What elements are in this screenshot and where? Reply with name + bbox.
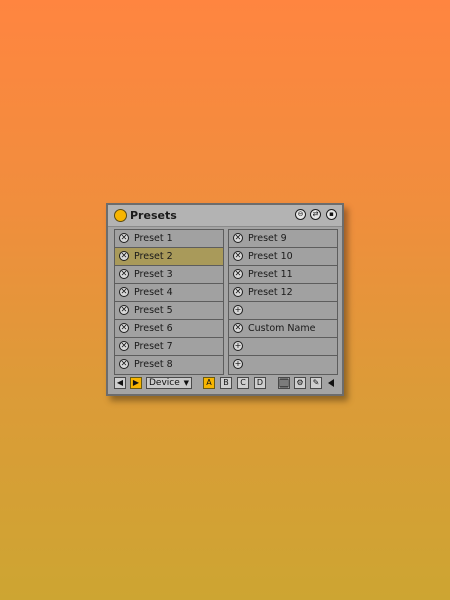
- preset-slot[interactable]: ✕ Preset 12: [229, 284, 337, 302]
- add-preset-icon[interactable]: +: [233, 359, 243, 369]
- presets-device: Presets ⊖ ⇄ ▪ ✕ Preset 1 ✕ Preset 2 ✕ Pr…: [106, 203, 344, 396]
- device-power-toggle[interactable]: [114, 209, 127, 222]
- preset-slot[interactable]: ✕ Preset 8: [115, 356, 223, 374]
- preset-label: Custom Name: [248, 323, 316, 334]
- device-title: Presets: [130, 209, 177, 222]
- preset-column-left: ✕ Preset 1 ✕ Preset 2 ✕ Preset 3 ✕ Prese…: [114, 229, 224, 375]
- delete-preset-icon[interactable]: ✕: [233, 269, 243, 279]
- delete-preset-icon[interactable]: ✕: [119, 359, 129, 369]
- preset-slot-selected[interactable]: ✕ Preset 2: [115, 248, 223, 266]
- preset-label: Preset 2: [134, 251, 173, 262]
- gear-icon[interactable]: ⚙: [294, 377, 306, 389]
- delete-preset-icon[interactable]: ✕: [119, 251, 129, 261]
- preset-slot[interactable]: ✕ Preset 1: [115, 230, 223, 248]
- delete-preset-icon[interactable]: ✕: [119, 341, 129, 351]
- preset-label: Preset 6: [134, 323, 173, 334]
- device-bottom-bar: ◀ ▶ Device ▼ A B C D ⚙ ✎: [108, 377, 342, 393]
- preset-slot-empty[interactable]: +: [229, 356, 337, 374]
- bank-a-button[interactable]: A: [203, 377, 215, 389]
- preset-slot[interactable]: ✕ Preset 4: [115, 284, 223, 302]
- preset-label: Preset 10: [248, 251, 293, 262]
- delete-preset-icon[interactable]: ✕: [119, 269, 129, 279]
- preset-column-right: ✕ Preset 9 ✕ Preset 10 ✕ Preset 11 ✕ Pre…: [228, 229, 338, 375]
- prev-preset-button[interactable]: ◀: [114, 377, 126, 389]
- delete-preset-icon[interactable]: ✕: [119, 287, 129, 297]
- preset-label: Preset 11: [248, 269, 293, 280]
- hotswap-icon[interactable]: ⇄: [310, 209, 321, 220]
- preset-label: Preset 3: [134, 269, 173, 280]
- bank-b-button[interactable]: B: [220, 377, 232, 389]
- preset-label: Preset 4: [134, 287, 173, 298]
- preset-slot-empty[interactable]: +: [229, 302, 337, 320]
- preset-slot[interactable]: ✕ Preset 6: [115, 320, 223, 338]
- delete-preset-icon[interactable]: ✕: [233, 287, 243, 297]
- delete-preset-icon[interactable]: ✕: [233, 323, 243, 333]
- preset-slot[interactable]: ✕ Preset 11: [229, 266, 337, 284]
- delete-preset-icon[interactable]: ✕: [233, 233, 243, 243]
- preset-slot[interactable]: ✕ Preset 10: [229, 248, 337, 266]
- keyboard-glyph: [279, 378, 289, 388]
- bank-c-button[interactable]: C: [237, 377, 249, 389]
- bank-d-button[interactable]: D: [254, 377, 266, 389]
- preset-slot[interactable]: ✕ Preset 5: [115, 302, 223, 320]
- delete-preset-icon[interactable]: ✕: [119, 323, 129, 333]
- fold-icon[interactable]: ⊖: [295, 209, 306, 220]
- preset-slot[interactable]: ✕ Preset 7: [115, 338, 223, 356]
- preset-slot[interactable]: ✕ Preset 9: [229, 230, 337, 248]
- preset-label: Preset 1: [134, 233, 173, 244]
- preset-label: Preset 12: [248, 287, 293, 298]
- chevron-down-icon: ▼: [183, 379, 189, 387]
- preset-slot[interactable]: ✕ Custom Name: [229, 320, 337, 338]
- keyboard-icon[interactable]: [278, 377, 290, 389]
- preset-label: Preset 9: [248, 233, 287, 244]
- add-preset-icon[interactable]: +: [233, 305, 243, 315]
- scope-dropdown-value: Device: [149, 378, 180, 388]
- preset-slot[interactable]: ✕ Preset 3: [115, 266, 223, 284]
- scope-dropdown[interactable]: Device ▼: [146, 377, 192, 389]
- preset-label: Preset 5: [134, 305, 173, 316]
- delete-preset-icon[interactable]: ✕: [233, 251, 243, 261]
- next-preset-button[interactable]: ▶: [130, 377, 142, 389]
- delete-preset-icon[interactable]: ✕: [119, 233, 129, 243]
- collapse-triangle-icon[interactable]: [328, 379, 334, 387]
- device-title-bar: Presets ⊖ ⇄ ▪: [108, 205, 342, 227]
- delete-preset-icon[interactable]: ✕: [119, 305, 129, 315]
- preset-label: Preset 8: [134, 359, 173, 370]
- save-icon[interactable]: ▪: [326, 209, 337, 220]
- pencil-icon[interactable]: ✎: [310, 377, 322, 389]
- preset-label: Preset 7: [134, 341, 173, 352]
- preset-slot-empty[interactable]: +: [229, 338, 337, 356]
- add-preset-icon[interactable]: +: [233, 341, 243, 351]
